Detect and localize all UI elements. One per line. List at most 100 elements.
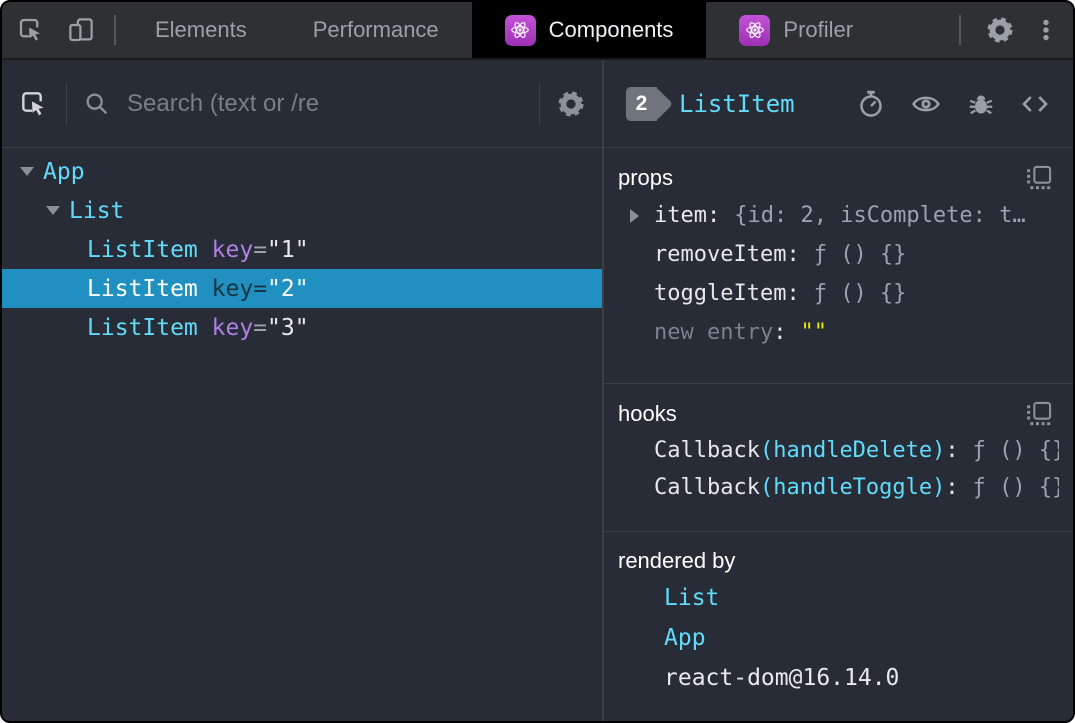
tabbar-divider (114, 15, 116, 45)
prop-name: removeItem (654, 242, 787, 267)
hook-value: ƒ () {} (972, 475, 1059, 500)
settings-gear-icon[interactable] (985, 15, 1015, 45)
hook-fn-name: (handleDelete) (759, 438, 946, 463)
tree-row-listitem-3[interactable]: ListItem key = "3" (2, 308, 602, 347)
key-attr-name: key (211, 236, 254, 263)
tab-components[interactable]: Components (471, 2, 707, 58)
prop-row-toggleitem[interactable]: toggleItem: ƒ () {} (618, 274, 1059, 313)
component-name: ListItem (87, 314, 198, 341)
select-element-icon[interactable] (18, 88, 50, 120)
component-tree: App List ListItem key = "1" ListItem key = "… (2, 148, 602, 347)
key-attr-eq: = (253, 236, 268, 263)
prop-separator: : (786, 281, 800, 306)
prop-value: {id: 2, isComplete: t… (734, 203, 1026, 228)
hook-separator: : (945, 438, 959, 463)
component-tree-pane: App List ListItem key="1" ListItem key="… (2, 60, 604, 721)
new-entry-name[interactable]: new entry (654, 320, 773, 345)
prop-row-new-entry[interactable]: new entry: "" (618, 313, 1059, 352)
react-logo-icon (739, 14, 771, 46)
hooks-section-head: hooks (618, 394, 1059, 432)
owners-stack-badge[interactable]: 2 (626, 86, 657, 121)
owner-link[interactable]: List (664, 585, 719, 611)
component-name: ListItem (87, 236, 198, 263)
prop-name: item (654, 203, 707, 228)
inspect-dom-eye-icon[interactable] (909, 89, 943, 119)
kebab-menu-icon[interactable] (1033, 15, 1059, 45)
component-name: ListItem (87, 275, 198, 302)
prop-value: ƒ () {} (813, 281, 907, 306)
rendered-by-row-reactdom: react-dom@16.14.0 (618, 658, 1059, 698)
prop-row-removeitem[interactable]: removeItem: ƒ () {} (618, 235, 1059, 274)
expand-arrow-icon[interactable] (630, 209, 639, 223)
copy-hooks-icon[interactable] (1025, 400, 1053, 428)
tab-label: Elements (155, 17, 247, 42)
renderer-version: react-dom@16.14.0 (664, 665, 900, 691)
key-attr-value: "3" (267, 314, 309, 341)
prop-separator: : (706, 203, 721, 228)
hook-row-handledelete[interactable]: Callback (handleDelete): ƒ () {} (618, 432, 1059, 469)
prop-separator: : (773, 320, 787, 345)
rendered-by-section-head: rendered by (618, 542, 1059, 578)
details-header-actions (856, 89, 1051, 119)
tabbar-right-controls (953, 2, 1073, 58)
tree-settings-gear-icon[interactable] (556, 89, 586, 119)
key-attr-value: "2" (267, 275, 309, 302)
rendered-by-row-app[interactable]: App (618, 618, 1059, 658)
tree-row-list[interactable]: List (2, 191, 602, 230)
log-bug-icon[interactable] (966, 89, 996, 119)
search-input[interactable] (125, 88, 523, 119)
tab-label: Components (548, 17, 674, 42)
prop-name: toggleItem (654, 281, 787, 306)
props-section: props item: {id: 2, isComplete: t… remov… (604, 148, 1073, 384)
tree-toolbar (2, 60, 602, 148)
prop-value: ƒ () {} (813, 242, 907, 267)
prop-row-item[interactable]: item: {id: 2, isComplete: t… (618, 196, 1059, 235)
tree-row-listitem-2-selected[interactable]: ListItem key = "2" (2, 269, 602, 308)
rendered-by-section: rendered by List App react-dom@16.14.0 (604, 532, 1073, 721)
tab-elements[interactable]: Elements (122, 2, 280, 58)
devtools-tabbar: Elements Performance Components Profiler (2, 2, 1073, 60)
key-attr-eq: = (253, 275, 268, 302)
copy-props-icon[interactable] (1025, 164, 1053, 192)
hook-row-handletoggle[interactable]: Callback (handleToggle): ƒ () {} (618, 469, 1059, 506)
owner-link[interactable]: App (664, 625, 706, 651)
devtools-window: Elements Performance Components Profiler… (0, 0, 1075, 723)
react-logo-icon (504, 14, 536, 46)
hook-fn-name: (handleToggle) (759, 475, 946, 500)
component-name: App (43, 158, 85, 185)
expand-arrow-icon[interactable] (46, 206, 60, 215)
prop-separator: : (786, 242, 800, 267)
section-title: props (618, 165, 674, 190)
component-details-pane: 2 ListItem props item: {id: 2, isComple… (604, 60, 1073, 721)
section-title: hooks (618, 401, 677, 426)
expand-arrow-icon[interactable] (20, 167, 34, 176)
view-source-code-icon[interactable] (1019, 89, 1051, 119)
tab-performance[interactable]: Performance (280, 2, 472, 58)
inspect-element-icon[interactable] (16, 15, 46, 45)
key-attr-name: key (211, 314, 254, 341)
components-panel: App List ListItem key="1" ListItem key="… (2, 60, 1073, 721)
tab-label: Performance (312, 17, 439, 42)
rendered-by-row-list[interactable]: List (618, 578, 1059, 618)
suspend-stopwatch-icon[interactable] (856, 89, 886, 119)
tree-row-app[interactable]: App (2, 152, 602, 191)
key-attr-name: key (211, 275, 254, 302)
hook-type: Callback (654, 475, 760, 500)
hook-type: Callback (654, 438, 760, 463)
props-section-head: props (618, 158, 1059, 196)
key-attr-value: "1" (267, 236, 309, 263)
toolbar-divider (66, 82, 67, 125)
hook-separator: : (945, 475, 959, 500)
toolbar-divider (539, 82, 540, 125)
search-icon (83, 90, 111, 118)
details-header: 2 ListItem (604, 60, 1073, 148)
section-title: rendered by (618, 548, 736, 573)
device-toolbar-icon[interactable] (66, 15, 96, 45)
tab-label: Profiler (783, 17, 854, 42)
search-bar (83, 88, 523, 119)
tabbar-left-icons (2, 2, 108, 58)
tree-row-listitem-1[interactable]: ListItem key = "1" (2, 230, 602, 269)
new-entry-value[interactable]: "" (800, 320, 827, 345)
tab-profiler[interactable]: Profiler (706, 2, 886, 58)
hooks-section: hooks Callback (handleDelete): ƒ () {} C… (604, 384, 1073, 532)
